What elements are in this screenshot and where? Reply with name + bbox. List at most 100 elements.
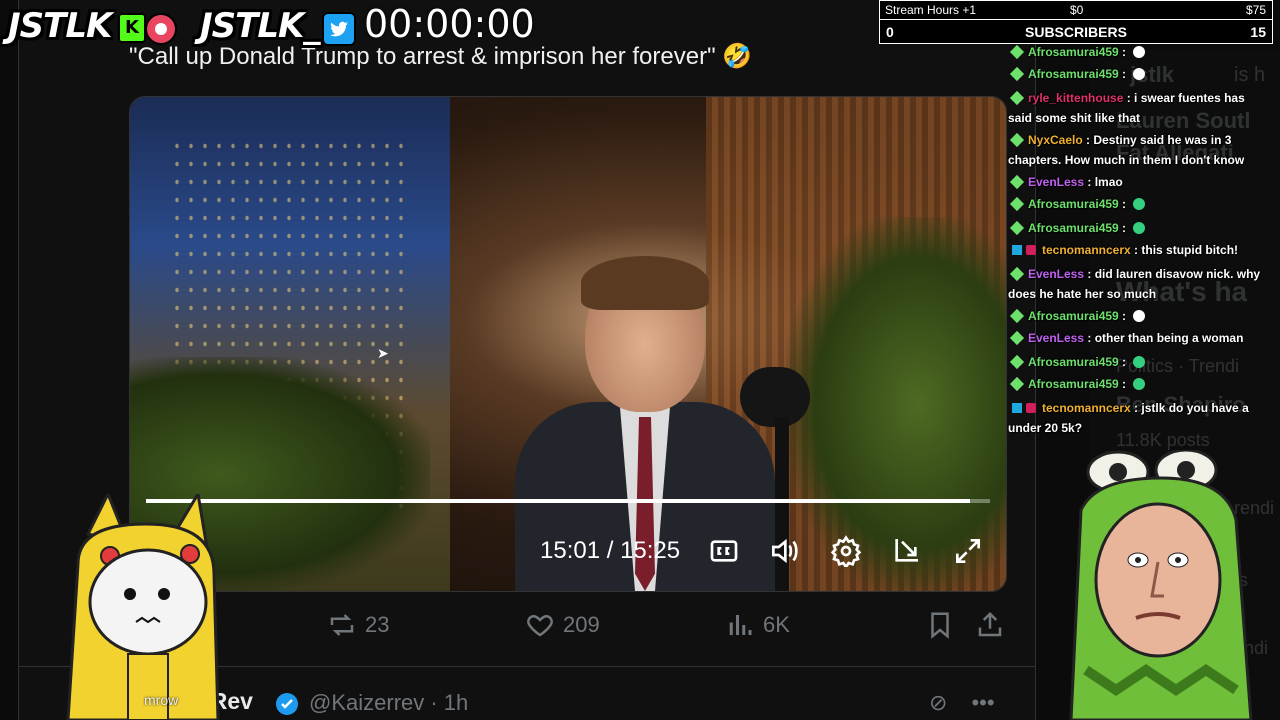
retweet-count: 23 [365,612,390,637]
badge-diamond-icon [1009,354,1025,370]
chat-message: EvenLess : other than being a woman [1008,328,1272,348]
chat-username[interactable]: Afrosamurai459 [1028,197,1119,211]
video-controls: 15:01 / 15:25 [130,529,1006,575]
chat-message: Afrosamurai459 : [1008,194,1272,214]
green-emote-icon [1133,356,1146,368]
chat-message: Afrosamurai459 : [1008,306,1272,326]
tweet-text: "Call up Donald Trump to arrest & impris… [129,43,753,70]
white-emote-icon [1133,68,1146,80]
video-time: 15:01 / 15:25 [540,537,681,564]
settings-gear-icon[interactable] [828,533,864,569]
like-count: 209 [563,612,600,637]
like-button[interactable]: 209 [525,610,600,640]
green-emote-icon [1133,198,1146,210]
views-chart-icon [729,615,752,635]
fullscreen-icon[interactable] [950,533,986,569]
subs-goal: 15 [1250,24,1266,40]
stream-hours-label: Stream Hours +1 [885,3,977,17]
chat-username[interactable]: Afrosamurai459 [1028,45,1119,59]
kermit-avatar [1069,450,1253,720]
kick-icon: K [118,13,146,43]
chat-username[interactable]: tecnomanncerx [1042,243,1131,257]
badge-diamond-icon [1009,308,1025,324]
white-emote-icon [1133,46,1146,58]
badge-diamond-icon [1009,266,1025,282]
verified-badge-icon [276,693,298,715]
chat-username[interactable]: EvenLess [1028,331,1084,345]
stream-chat: Afrosamurai459 : Afrosamurai459 : ryle_k… [1008,42,1272,442]
bookmark-button[interactable] [925,610,955,640]
more-options-icon[interactable]: ••• [971,690,994,716]
mouse-cursor-icon: ➤ [377,345,389,361]
badge-cube-icon [1012,403,1022,413]
chat-message: tecnomanncerx : this stupid bitch! [1008,240,1272,260]
badge-diamond-icon [1009,376,1025,392]
stream-timer: 00:00:00 [364,2,535,46]
badge-diamond-icon [1009,90,1025,106]
chat-username[interactable]: Afrosamurai459 [1028,377,1119,391]
badge-cube-icon [1012,245,1022,255]
badge-diamond-icon [1009,44,1025,60]
tweet-video[interactable]: ➤ 15:01 / 15:25 [129,96,1007,592]
pikachu-avatar [66,494,220,720]
share-icon [978,611,1002,637]
chat-message: Afrosamurai459 : [1008,42,1272,62]
subs-current: 0 [886,24,894,40]
chat-username[interactable]: NyxCaelo [1028,133,1083,147]
retweet-button[interactable]: 23 [327,610,389,640]
views-button[interactable]: 6K [725,610,790,640]
video-progress-fill [146,499,970,503]
chat-username[interactable]: EvenLess [1028,267,1084,281]
volume-icon[interactable] [766,533,802,569]
badge-diamond-icon [1009,220,1025,236]
chat-message: EvenLess : did lauren disavow nick. why … [1008,266,1261,301]
jstlk-kick-logo: JSTLK [8,6,112,46]
twitter-bird-icon [322,12,356,46]
chat-message: Afrosamurai459 : [1008,352,1272,372]
chat-username[interactable]: Afrosamurai459 [1028,355,1119,369]
share-button[interactable] [975,610,1005,640]
chat-message: Afrosamurai459 : [1008,218,1272,238]
badge-diamond-icon [1009,66,1025,82]
chat-message: Afrosamurai459 : [1008,64,1272,84]
pop-out-icon[interactable] [888,533,924,569]
grok-icon[interactable]: ⊘ [929,690,947,716]
subs-label: SUBSCRIBERS [1025,24,1127,40]
badge-diamond-icon [1009,330,1025,346]
chat-text: this stupid bitch! [1141,243,1239,257]
chat-message: Afrosamurai459 : [1008,374,1272,394]
badge-gem-icon [1026,403,1036,413]
reply-author-handle[interactable]: @Kaizerrev · 1h [309,690,468,716]
badge-diamond-icon [1009,132,1025,148]
avatar-caption: mrow [144,692,179,708]
subscriber-goal-widget: Stream Hours +1 $0 $75 0 SUBSCRIBERS 15 [879,0,1273,44]
view-count: 6K [763,612,790,637]
badge-gem-icon [1026,245,1036,255]
badge-diamond-icon [1009,196,1025,212]
chat-message: tecnomanncerx : jstlk do you have a unde… [1008,401,1249,435]
chat-username[interactable]: ryle_kittenhouse [1028,91,1123,105]
chat-username[interactable]: Afrosamurai459 [1028,67,1119,81]
chat-text: lmao [1094,175,1123,189]
amount-low: $0 [1070,3,1084,17]
chat-username[interactable]: tecnomanncerx [1042,401,1131,415]
chat-message: NyxCaelo : Destiny said he was in 3 chap… [1008,132,1245,167]
chat-message: EvenLess : lmao [1008,172,1272,192]
jstlk-twitter-logo: JSTLK_ [200,6,320,46]
heart-icon [527,614,553,637]
chat-text: other than being a woman [1094,331,1244,345]
video-progress-bar[interactable] [146,499,990,503]
chat-message: ryle_kittenhouse : i swear fuentes has s… [1008,90,1245,125]
bookmark-icon [931,612,949,639]
chat-username[interactable]: Afrosamurai459 [1028,309,1119,323]
badge-diamond-icon [1009,174,1025,190]
white-emote-icon [1133,310,1146,322]
chat-username[interactable]: Afrosamurai459 [1028,221,1119,235]
retweet-icon [330,614,354,636]
amount-high: $75 [1245,3,1266,17]
green-emote-icon [1133,378,1146,390]
green-emote-icon [1133,222,1146,234]
captions-icon[interactable] [706,533,742,569]
chat-username[interactable]: EvenLess [1028,175,1084,189]
record-icon [145,13,177,45]
